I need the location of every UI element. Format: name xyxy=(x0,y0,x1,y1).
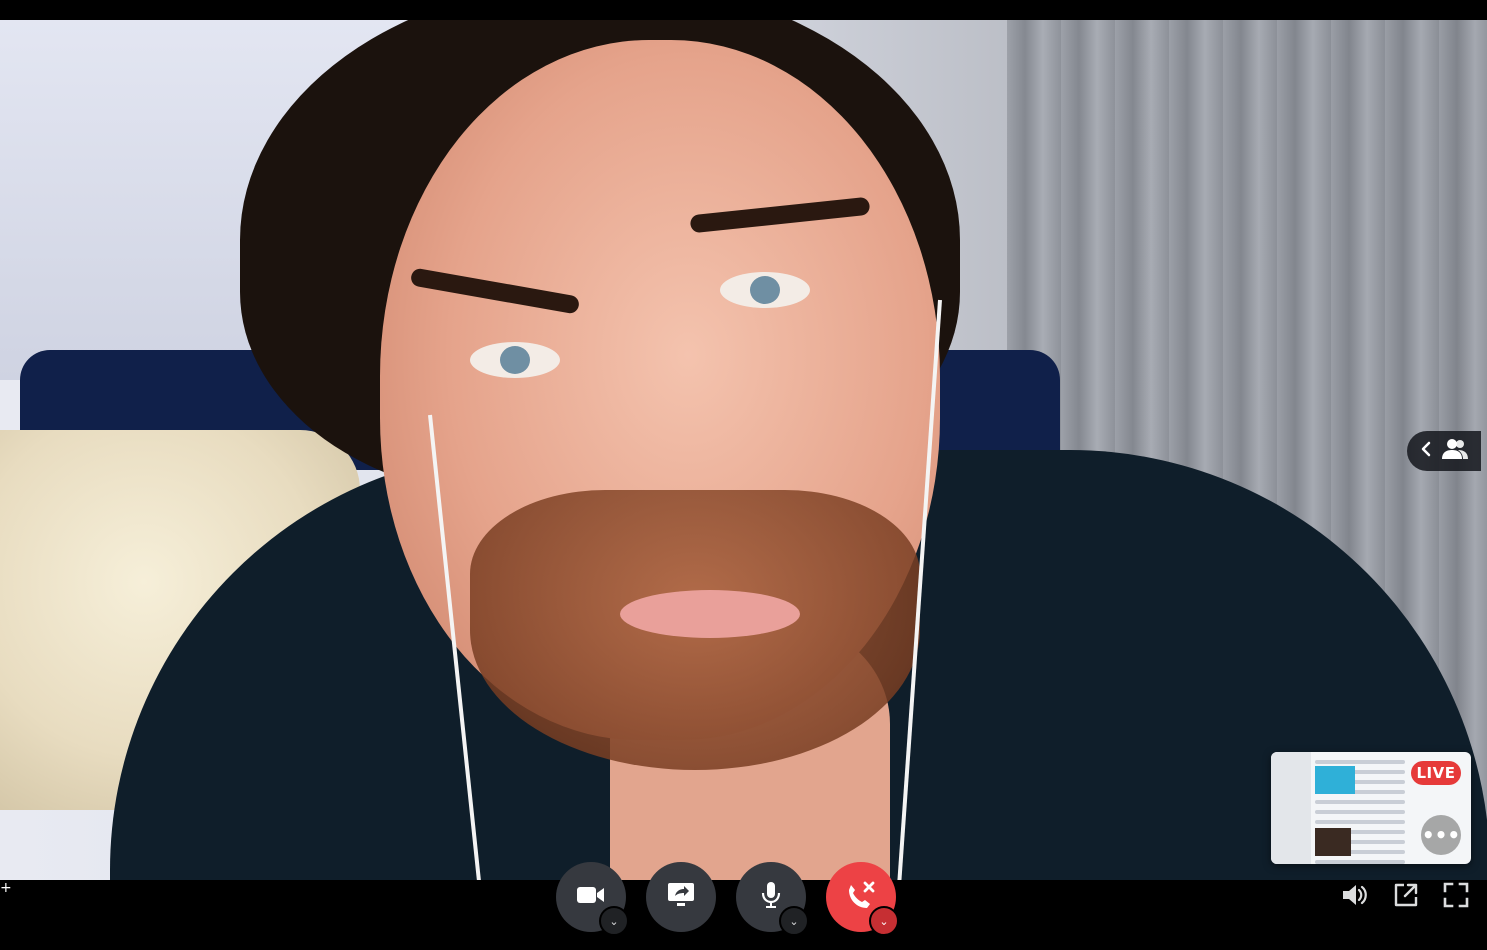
preview-sidebar xyxy=(1271,752,1311,864)
add-icon[interactable]: + xyxy=(0,880,12,896)
participant-video[interactable] xyxy=(0,20,1487,880)
call-window: LIVE ••• + ⌄ ⌄ ⌄ xyxy=(0,0,1487,950)
fullscreen-button[interactable] xyxy=(1441,880,1471,914)
camera-icon xyxy=(577,885,605,909)
microphone-icon xyxy=(761,881,781,913)
popout-button[interactable] xyxy=(1391,880,1421,914)
disconnect-options-button[interactable]: ⌄ xyxy=(869,906,899,936)
live-badge: LIVE xyxy=(1411,761,1461,785)
people-icon xyxy=(1442,438,1468,465)
more-icon[interactable]: ••• xyxy=(1421,815,1461,855)
volume-button[interactable] xyxy=(1340,880,1370,914)
participant-left-eye xyxy=(470,342,560,378)
microphone-options-button[interactable]: ⌄ xyxy=(779,906,809,936)
popout-icon xyxy=(1393,882,1419,912)
preview-video-thumbnail xyxy=(1315,828,1351,856)
participant-right-eye xyxy=(720,272,810,308)
participants-toggle-button[interactable] xyxy=(1407,431,1481,471)
volume-icon xyxy=(1341,883,1369,911)
camera-options-button[interactable]: ⌄ xyxy=(599,906,629,936)
chevron-left-icon xyxy=(1420,441,1432,462)
screen-share-button[interactable] xyxy=(646,862,716,932)
hangup-icon xyxy=(845,880,877,914)
preview-image xyxy=(1315,766,1355,794)
stream-preview[interactable]: LIVE ••• xyxy=(1271,752,1471,864)
fullscreen-icon xyxy=(1443,882,1469,912)
participant-mouth xyxy=(620,590,800,638)
screen-share-icon xyxy=(667,882,695,912)
